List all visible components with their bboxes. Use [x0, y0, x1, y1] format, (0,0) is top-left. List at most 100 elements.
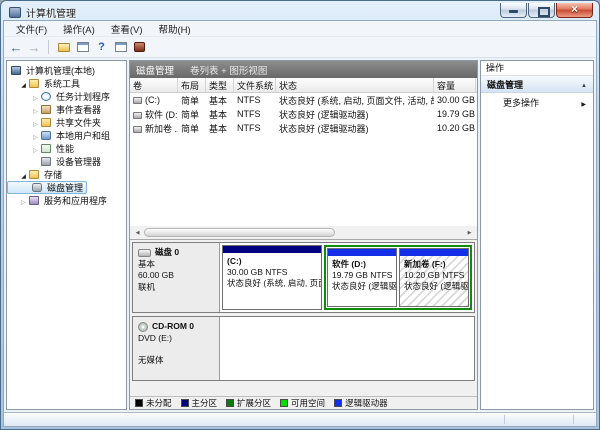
disk-status: 联机 [138, 282, 214, 294]
show-action-pane-icon[interactable] [112, 39, 129, 55]
disk-0-partitions: (C:) 30.00 GB NTFS 状态良好 (系统, 启动, 页面文 软件 … [220, 243, 474, 312]
logical-drive-band [400, 249, 468, 256]
primary-partition-band [223, 246, 321, 253]
close-button[interactable] [556, 3, 593, 18]
collapse-arrow-icon[interactable] [31, 144, 40, 154]
disk-snapin-icon[interactable] [131, 39, 148, 55]
volume-table-header: 卷 布局 类型 文件系统 状态 容量 可 [130, 78, 477, 93]
collapse-group-icon[interactable] [581, 79, 587, 89]
partition-c[interactable]: (C:) 30.00 GB NTFS 状态良好 (系统, 启动, 页面文 [222, 245, 322, 310]
graphical-view: 磁盘 0 基本 60.00 GB 联机 (C:) 30.00 GB NTFS [130, 239, 477, 409]
column-free[interactable]: 可 [476, 78, 478, 92]
sidebar-item-computer-management[interactable]: 计算机管理(本地) [7, 64, 126, 77]
horizontal-scrollbar[interactable] [130, 226, 477, 239]
menu-bar: 文件(F) 操作(A) 查看(V) 帮助(H) [4, 21, 596, 37]
partition-f-selected[interactable]: 新加卷 (F:) 10.20 GB NTFS 状态良好 (逻辑驱动器) [399, 248, 469, 307]
legend-swatch [226, 399, 234, 407]
logical-drive-band [328, 249, 396, 256]
pane-title: 磁盘管理 [136, 63, 174, 77]
sidebar-item-local-users-groups[interactable]: 本地用户和组 [7, 129, 126, 142]
partition-d[interactable]: 软件 (D:) 19.79 GB NTFS 状态良好 (逻辑驱动器) [327, 248, 397, 307]
services-applications-icon [29, 196, 39, 205]
device-manager-icon [41, 157, 51, 166]
computer-management-window: 计算机管理 文件(F) 操作(A) 查看(V) 帮助(H) ← → [0, 0, 600, 430]
column-type[interactable]: 类型 [206, 78, 234, 92]
column-volume[interactable]: 卷 [130, 78, 178, 92]
back-icon[interactable]: ← [8, 40, 24, 55]
pane-subtitle: 卷列表 + 图形视图 [190, 63, 267, 77]
hard-disk-icon [138, 249, 151, 257]
shared-folders-icon [41, 118, 51, 127]
task-scheduler-icon [41, 92, 51, 101]
sidebar-item-system-tools[interactable]: 系统工具 [7, 77, 126, 90]
cdrom-0-label[interactable]: CD-ROM 0 DVD (E:) 无媒体 [133, 317, 220, 380]
event-viewer-icon [41, 105, 51, 114]
more-actions-item[interactable]: 更多操作 [481, 93, 593, 112]
table-row-c[interactable]: (C:) 简单 基本 NTFS 状态良好 (系统, 启动, 页面文件, 活动, … [130, 93, 477, 107]
volume-table: 卷 布局 类型 文件系统 状态 容量 可 (C:) 简单 基本 NTFS 状态良… [130, 78, 477, 135]
main-content: 计算机管理(本地) 系统工具 任务计划程序 事件查看器 [4, 58, 596, 412]
cdrom-drive-letter: DVD (E:) [138, 333, 214, 345]
help-icon[interactable] [93, 39, 110, 55]
app-icon [9, 7, 21, 18]
toolbar: ← → [4, 37, 596, 58]
disk-0-row: 磁盘 0 基本 60.00 GB 联机 (C:) 30.00 GB NTFS [132, 242, 475, 313]
expand-arrow-icon[interactable] [19, 170, 28, 180]
forward-icon[interactable]: → [26, 40, 42, 55]
sidebar-item-storage[interactable]: 存储 [7, 168, 126, 181]
menu-action[interactable]: 操作(A) [55, 21, 103, 37]
computer-icon [11, 66, 21, 75]
legend-logical-drive: 逻辑驱动器 [334, 397, 388, 409]
system-tools-icon [29, 79, 39, 88]
minimize-button[interactable] [500, 3, 527, 18]
sidebar-item-services-applications[interactable]: 服务和应用程序 [7, 194, 126, 207]
disk-size: 60.00 GB [138, 270, 214, 282]
title-bar: 计算机管理 [1, 1, 599, 20]
disk-management-icon [32, 183, 42, 192]
menu-file[interactable]: 文件(F) [8, 21, 55, 37]
cdrom-status: 无媒体 [138, 355, 214, 367]
legend-unallocated: 未分配 [135, 397, 172, 409]
pane-header: 磁盘管理 卷列表 + 图形视图 [130, 61, 477, 78]
column-filesystem[interactable]: 文件系统 [234, 78, 276, 92]
console-window-icon[interactable] [74, 39, 91, 55]
sidebar-item-task-scheduler[interactable]: 任务计划程序 [7, 90, 126, 103]
window-title: 计算机管理 [26, 5, 500, 20]
menu-help[interactable]: 帮助(H) [150, 21, 198, 37]
column-capacity[interactable]: 容量 [434, 78, 476, 92]
sidebar-item-performance[interactable]: 性能 [7, 142, 126, 155]
sidebar-item-event-viewer[interactable]: 事件查看器 [7, 103, 126, 116]
sidebar-item-disk-management[interactable]: 磁盘管理 [7, 181, 87, 194]
performance-icon [41, 144, 51, 153]
volume-icon [133, 126, 142, 133]
show-console-tree-icon[interactable] [55, 39, 72, 55]
legend: 未分配 主分区 扩展分区 可用空间 [130, 396, 477, 409]
collapse-arrow-icon[interactable] [31, 118, 40, 128]
maximize-button[interactable] [528, 3, 555, 18]
table-row-d[interactable]: 软件 (D:) 简单 基本 NTFS 状态良好 (逻辑驱动器) 19.79 GB… [130, 107, 477, 121]
expand-arrow-icon[interactable] [19, 79, 28, 89]
sidebar-item-shared-folders[interactable]: 共享文件夹 [7, 116, 126, 129]
table-row-f[interactable]: 新加卷 ... 简单 基本 NTFS 状态良好 (逻辑驱动器) 10.20 GB… [130, 121, 477, 135]
column-status[interactable]: 状态 [276, 78, 434, 92]
console-tree: 计算机管理(本地) 系统工具 任务计划程序 事件查看器 [6, 60, 127, 410]
column-layout[interactable]: 布局 [178, 78, 206, 92]
collapse-arrow-icon[interactable] [31, 131, 40, 141]
collapse-arrow-icon[interactable] [19, 196, 28, 206]
volume-icon [133, 97, 142, 104]
legend-free-space: 可用空间 [280, 397, 325, 409]
scroll-right-icon[interactable] [463, 227, 476, 238]
collapse-arrow-icon[interactable] [31, 92, 40, 102]
legend-swatch [181, 399, 189, 407]
sidebar-item-device-manager[interactable]: 设备管理器 [7, 155, 126, 168]
cdrom-0-row: CD-ROM 0 DVD (E:) 无媒体 [132, 316, 475, 381]
volume-icon [133, 112, 142, 119]
collapse-arrow-icon[interactable] [31, 105, 40, 115]
scroll-left-icon[interactable] [131, 227, 144, 238]
disk-0-label[interactable]: 磁盘 0 基本 60.00 GB 联机 [133, 243, 220, 312]
extended-partition-frame: 软件 (D:) 19.79 GB NTFS 状态良好 (逻辑驱动器) 新加卷 (… [324, 245, 472, 310]
actions-group-disk-management[interactable]: 磁盘管理 [481, 76, 593, 93]
menu-view[interactable]: 查看(V) [103, 21, 151, 37]
scrollbar-thumb[interactable] [144, 228, 335, 237]
legend-primary-partition: 主分区 [181, 397, 218, 409]
